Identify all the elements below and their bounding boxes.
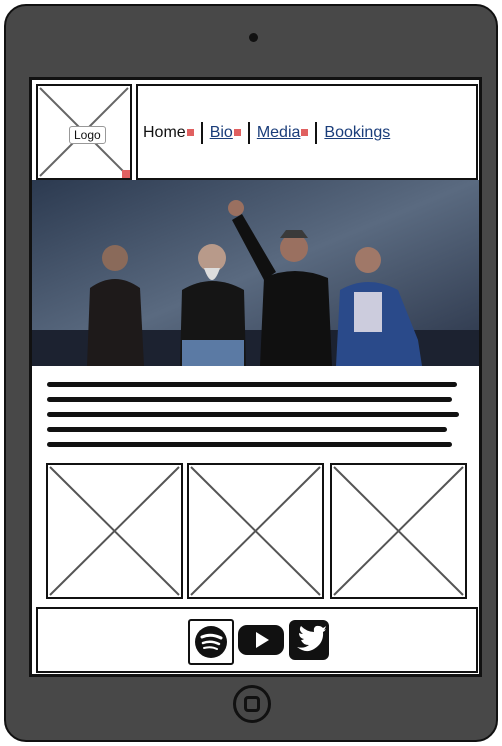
camera-dot <box>249 33 258 42</box>
nav-home-label: Home <box>143 124 186 141</box>
spotify-icon <box>195 626 227 658</box>
nav-home[interactable]: Home <box>143 124 201 142</box>
text-line <box>47 397 452 402</box>
nav-bio[interactable]: Bio <box>203 124 248 142</box>
twitter-link[interactable] <box>288 619 332 661</box>
nav-marker <box>186 129 194 137</box>
image-placeholder-icon <box>49 466 180 596</box>
text-line <box>47 427 447 432</box>
logo[interactable]: Logo <box>36 84 132 180</box>
text-line <box>47 382 457 387</box>
text-line <box>47 442 452 447</box>
nav-marker <box>233 129 241 137</box>
youtube-link[interactable] <box>237 619 284 661</box>
nav-marker <box>301 129 309 137</box>
home-button-square <box>244 696 260 712</box>
gallery-image-1[interactable] <box>46 463 183 599</box>
tablet-device: Logo Home Bio Media Bookings <box>4 4 498 742</box>
youtube-icon <box>238 625 284 655</box>
nav-media[interactable]: Media <box>250 124 316 142</box>
nav-bio-label: Bio <box>209 124 233 141</box>
body-text-placeholder <box>47 382 462 457</box>
nav-media-label: Media <box>256 124 301 141</box>
hero-image <box>32 180 479 366</box>
nav-bookings-label: Bookings <box>324 124 391 141</box>
home-button[interactable] <box>233 685 271 723</box>
footer <box>36 607 478 673</box>
band-photo <box>32 180 479 366</box>
nav-bookings[interactable]: Bookings <box>317 124 397 142</box>
screen: Logo Home Bio Media Bookings <box>29 77 482 677</box>
image-placeholder-icon <box>190 466 321 596</box>
gallery-image-2[interactable] <box>187 463 324 599</box>
image-placeholder-icon <box>333 466 464 596</box>
twitter-icon <box>289 620 329 660</box>
spotify-link[interactable] <box>188 619 234 665</box>
gallery-image-3[interactable] <box>330 463 467 599</box>
logo-label: Logo <box>69 126 106 144</box>
navigation-bar: Home Bio Media Bookings <box>136 84 478 180</box>
text-line <box>47 412 459 417</box>
logo-marker <box>122 170 130 178</box>
